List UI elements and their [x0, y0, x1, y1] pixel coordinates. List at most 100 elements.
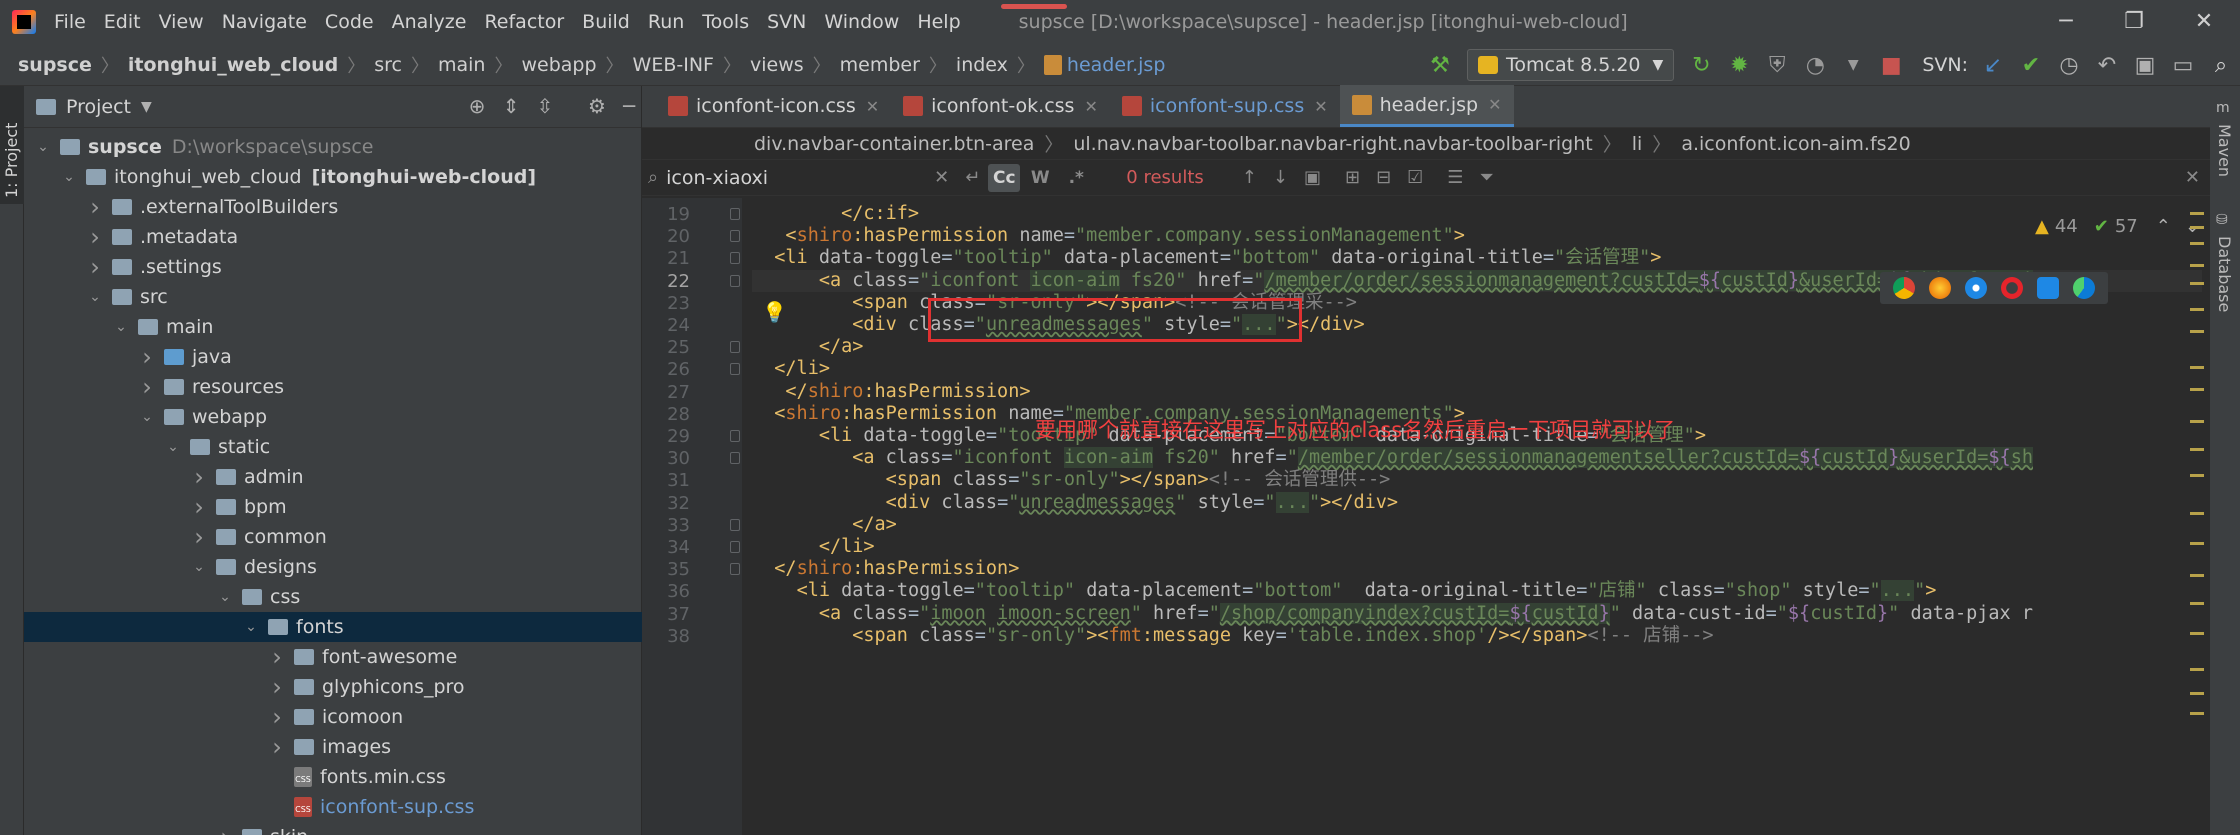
chevron-down-icon[interactable]: ▼ — [141, 99, 152, 115]
rerun-icon[interactable]: ↻ — [1686, 50, 1716, 80]
scroll-marker[interactable] — [2190, 366, 2204, 369]
tree-item[interactable]: ⌄ itonghui_web_cloud [itonghui-web-cloud] — [24, 162, 642, 192]
select-all-icon[interactable]: ☑ — [1407, 167, 1423, 188]
collapsed-arrow-icon[interactable]: › — [86, 193, 104, 221]
scroll-marker[interactable] — [2190, 712, 2204, 715]
collapsed-arrow-icon[interactable]: › — [216, 823, 234, 835]
editor-breadcrumb-item[interactable]: div.navbar-container.btn-area — [754, 133, 1034, 155]
code-line[interactable]: </shiro:hasPermission> — [752, 558, 2202, 580]
code-line[interactable]: <span class="sr-only"><fmt:message key='… — [752, 625, 2202, 647]
opera-icon[interactable] — [2001, 277, 2023, 299]
maximize-button[interactable]: ❐ — [2114, 8, 2154, 36]
tree-item[interactable]: ⌄ webapp — [24, 402, 642, 432]
editor-tab[interactable]: iconfont-ok.css ✕ — [891, 85, 1110, 127]
find-input[interactable] — [666, 166, 927, 189]
whole-words-toggle[interactable]: W — [1024, 164, 1056, 192]
more-run-chevron-icon[interactable]: ▼ — [1838, 50, 1868, 80]
menu-item-analyze[interactable]: Analyze — [392, 11, 467, 33]
previous-highlight-icon[interactable]: ⌃ — [2156, 216, 2171, 237]
hide-panel-icon[interactable]: ─ — [616, 94, 642, 120]
internet-explorer-icon[interactable] — [2037, 277, 2059, 299]
editor-tab[interactable]: iconfont-sup.css ✕ — [1110, 85, 1340, 127]
tree-item[interactable]: ⌄ src — [24, 282, 642, 312]
editor-breadcrumb-item[interactable]: ul.nav.navbar-toolbar.navbar-right.navba… — [1073, 133, 1592, 155]
svn-update-icon[interactable]: ↙ — [1978, 50, 2008, 80]
menu-item-tools[interactable]: Tools — [702, 11, 749, 33]
close-tab-icon[interactable]: ✕ — [1314, 97, 1327, 116]
regex-toggle[interactable]: .* — [1060, 164, 1092, 192]
close-tab-icon[interactable]: ✕ — [866, 97, 879, 116]
editor-tab[interactable]: iconfont-icon.css ✕ — [656, 85, 891, 127]
fold-marker-icon[interactable] — [730, 341, 740, 354]
close-tab-icon[interactable]: ✕ — [1084, 97, 1097, 116]
scroll-marker[interactable] — [2190, 602, 2204, 605]
tree-item[interactable]: ⌄ static — [24, 432, 642, 462]
add-selection-icon[interactable]: ⊞ — [1345, 167, 1360, 188]
breadcrumb-item[interactable]: index — [956, 54, 1008, 76]
filter-icon[interactable]: ⏷ — [1479, 167, 1493, 188]
collapsed-arrow-icon[interactable]: › — [190, 463, 208, 491]
project-panel-title[interactable]: Project — [66, 96, 131, 118]
expanded-arrow-icon[interactable]: ⌄ — [86, 289, 104, 305]
tree-item[interactable]: ⌄ supsce D:\workspace\supsce — [24, 132, 642, 162]
tree-item[interactable]: › admin — [24, 462, 642, 492]
tree-item[interactable]: › skin — [24, 822, 642, 835]
menu-item-help[interactable]: Help — [917, 11, 960, 33]
scroll-marker[interactable] — [2190, 692, 2204, 695]
collapsed-arrow-icon[interactable]: › — [86, 223, 104, 251]
tree-item[interactable]: › .metadata — [24, 222, 642, 252]
collapsed-arrow-icon[interactable]: › — [268, 733, 286, 761]
clear-search-icon[interactable]: ✕ — [934, 167, 949, 188]
svn-commit-check-icon[interactable]: ✔ — [2016, 50, 2046, 80]
scroll-marker[interactable] — [2190, 448, 2204, 451]
fold-marker-icon[interactable] — [730, 252, 740, 265]
close-find-icon[interactable]: ✕ — [2185, 167, 2200, 188]
build-hammer-icon[interactable]: ⚒ — [1425, 50, 1455, 80]
tree-item[interactable]: ⌄ fonts — [24, 612, 642, 642]
search-icon[interactable]: ⌕ — [2206, 50, 2236, 80]
debug-bug-icon[interactable]: ✹ — [1724, 50, 1754, 80]
match-case-toggle[interactable]: Cc — [988, 163, 1021, 192]
project-tool-tab[interactable]: 1: Project — [0, 86, 24, 204]
scroll-marker[interactable] — [2190, 512, 2204, 515]
breadcrumb-item[interactable]: WEB-INF — [633, 54, 714, 76]
scroll-marker[interactable] — [2190, 668, 2204, 671]
scroll-marker[interactable] — [2190, 632, 2204, 635]
tree-item[interactable]: ⌄ designs — [24, 552, 642, 582]
inspection-widget[interactable]: ▲ 44 ✔ 57 ⌃ ⌄ — [2035, 216, 2200, 237]
editor-breadcrumb-item[interactable]: li — [1632, 133, 1643, 155]
menu-item-file[interactable]: File — [54, 11, 86, 33]
editor-tab[interactable]: header.jsp ✕ — [1339, 85, 1514, 127]
close-tab-icon[interactable]: ✕ — [1488, 95, 1501, 114]
collapsed-arrow-icon[interactable]: › — [268, 673, 286, 701]
tree-item[interactable]: › images — [24, 732, 642, 762]
breadcrumb-item[interactable]: supsce — [18, 54, 92, 76]
expanded-arrow-icon[interactable]: ⌄ — [242, 619, 260, 635]
fold-marker-icon[interactable] — [730, 518, 740, 531]
code-line[interactable]: <a class="iconfont icon-aim fs20" href="… — [752, 447, 2202, 469]
filter-options-icon[interactable]: ☰ — [1447, 167, 1463, 188]
menu-item-edit[interactable]: Edit — [104, 11, 141, 33]
collapse-all-icon[interactable]: ⇳ — [532, 94, 558, 120]
code-line[interactable]: </a> — [752, 514, 2202, 536]
tree-item[interactable]: › bpm — [24, 492, 642, 522]
expanded-arrow-icon[interactable]: ⌄ — [190, 559, 208, 575]
fold-marker-icon[interactable] — [730, 363, 740, 376]
editor-breadcrumb-item[interactable]: a.iconfont.icon-aim.fs20 — [1681, 133, 1910, 155]
tree-item[interactable]: ⌄ css — [24, 582, 642, 612]
menu-item-window[interactable]: Window — [824, 11, 899, 33]
tree-item[interactable]: ⌄ main — [24, 312, 642, 342]
history-clock-icon[interactable]: ◷ — [2054, 50, 2084, 80]
collapsed-arrow-icon[interactable]: › — [138, 343, 156, 371]
tree-item[interactable]: › .externalToolBuilders — [24, 192, 642, 222]
scroll-marker[interactable] — [2190, 474, 2204, 477]
code-line[interactable]: <shiro:hasPermission name="member.compan… — [752, 225, 2202, 247]
remove-selection-icon[interactable]: ⊟ — [1376, 167, 1391, 188]
code-line[interactable]: <li data-toggle="tooltip" data-placement… — [752, 580, 2202, 602]
code-line[interactable]: </shiro:hasPermission> — [752, 381, 2202, 403]
fold-marker-icon[interactable] — [730, 208, 740, 220]
collapsed-arrow-icon[interactable]: › — [190, 523, 208, 551]
scroll-marker[interactable] — [2190, 542, 2204, 545]
scroll-marker[interactable] — [2190, 264, 2204, 267]
menu-item-refactor[interactable]: Refactor — [484, 11, 564, 33]
